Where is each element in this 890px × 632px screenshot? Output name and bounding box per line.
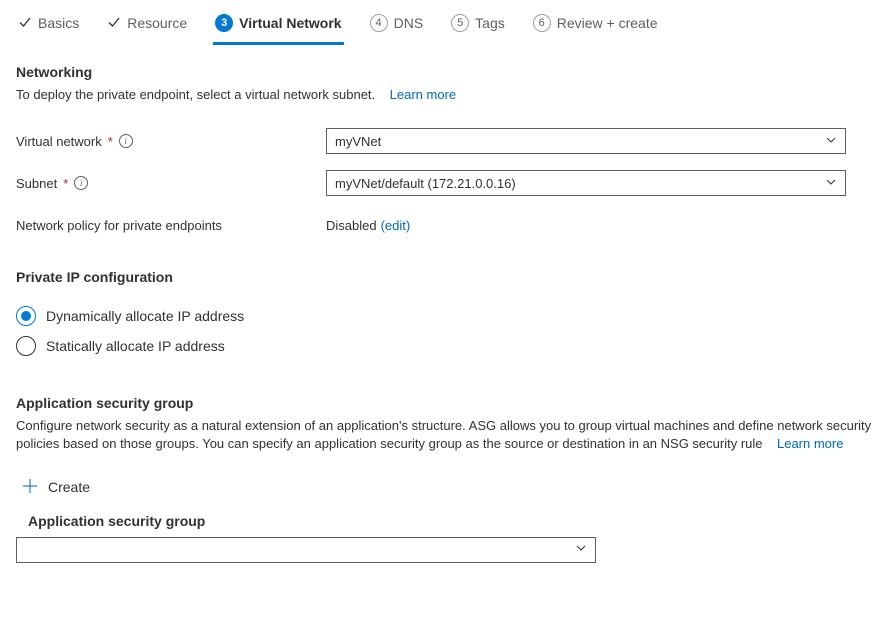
info-icon[interactable]: i <box>74 176 88 190</box>
tab-label: Basics <box>38 15 79 31</box>
virtual-network-row: Virtual network * i myVNet <box>0 120 890 162</box>
tab-tags[interactable]: 5 Tags <box>449 8 507 45</box>
required-asterisk: * <box>108 134 113 149</box>
tab-review-create[interactable]: 6 Review + create <box>531 8 660 45</box>
chevron-down-icon <box>825 134 837 149</box>
radio-icon <box>16 306 36 326</box>
radio-static-ip[interactable]: Statically allocate IP address <box>16 331 874 361</box>
edit-link[interactable]: (edit) <box>381 218 411 233</box>
tab-label: Review + create <box>557 15 658 31</box>
radio-dynamic-ip[interactable]: Dynamically allocate IP address <box>16 301 874 331</box>
asg-section: Application security group Configure net… <box>0 365 890 459</box>
tab-label: Resource <box>127 15 187 31</box>
required-asterisk: * <box>63 176 68 191</box>
subnet-row: Subnet * i myVNet/default (172.21.0.0.16… <box>0 162 890 204</box>
ip-allocation-radio-group: Dynamically allocate IP address Statical… <box>0 297 890 365</box>
subnet-select[interactable]: myVNet/default (172.21.0.0.16) <box>326 170 846 196</box>
section-title: Application security group <box>16 395 874 411</box>
tab-label: DNS <box>394 15 424 31</box>
chevron-down-icon <box>825 176 837 191</box>
info-icon[interactable]: i <box>119 134 133 148</box>
wizard-tabs: Basics Resource 3 Virtual Network 4 DNS … <box>0 0 890 46</box>
check-icon <box>18 15 32 32</box>
radio-icon <box>16 336 36 356</box>
select-value: myVNet <box>335 134 381 149</box>
chevron-down-icon <box>575 542 587 557</box>
step-number-badge: 4 <box>370 14 388 32</box>
tab-resource[interactable]: Resource <box>105 9 189 45</box>
network-policy-row: Network policy for private endpoints Dis… <box>0 204 890 241</box>
virtual-network-label: Virtual network * i <box>16 134 326 149</box>
learn-more-link[interactable]: Learn more <box>390 87 456 102</box>
asg-dropdown-label: Application security group <box>0 509 890 537</box>
plus-icon <box>22 478 38 497</box>
select-value: myVNet/default (172.21.0.0.16) <box>335 176 516 191</box>
section-title: Networking <box>16 64 874 80</box>
section-title: Private IP configuration <box>16 269 874 285</box>
radio-label: Dynamically allocate IP address <box>46 308 244 324</box>
ip-config-section: Private IP configuration <box>0 241 890 297</box>
radio-label: Statically allocate IP address <box>46 338 225 354</box>
tab-label: Virtual Network <box>239 15 341 31</box>
network-policy-value: Disabled (edit) <box>326 218 846 233</box>
tab-label: Tags <box>475 15 505 31</box>
create-label: Create <box>48 479 90 495</box>
learn-more-link[interactable]: Learn more <box>777 436 843 451</box>
section-description: Configure network security as a natural … <box>16 417 874 453</box>
create-asg-button[interactable]: Create <box>16 472 100 503</box>
subnet-label: Subnet * i <box>16 176 326 191</box>
networking-section: Networking To deploy the private endpoin… <box>0 46 890 110</box>
network-policy-label: Network policy for private endpoints <box>16 218 326 233</box>
step-number-badge: 6 <box>533 14 551 32</box>
section-description: To deploy the private endpoint, select a… <box>16 86 874 104</box>
step-number-badge: 3 <box>215 14 233 32</box>
tab-virtual-network[interactable]: 3 Virtual Network <box>213 8 343 45</box>
check-icon <box>107 15 121 32</box>
tab-dns[interactable]: 4 DNS <box>368 8 426 45</box>
tab-basics[interactable]: Basics <box>16 9 81 45</box>
step-number-badge: 5 <box>451 14 469 32</box>
asg-select[interactable] <box>16 537 596 563</box>
virtual-network-select[interactable]: myVNet <box>326 128 846 154</box>
